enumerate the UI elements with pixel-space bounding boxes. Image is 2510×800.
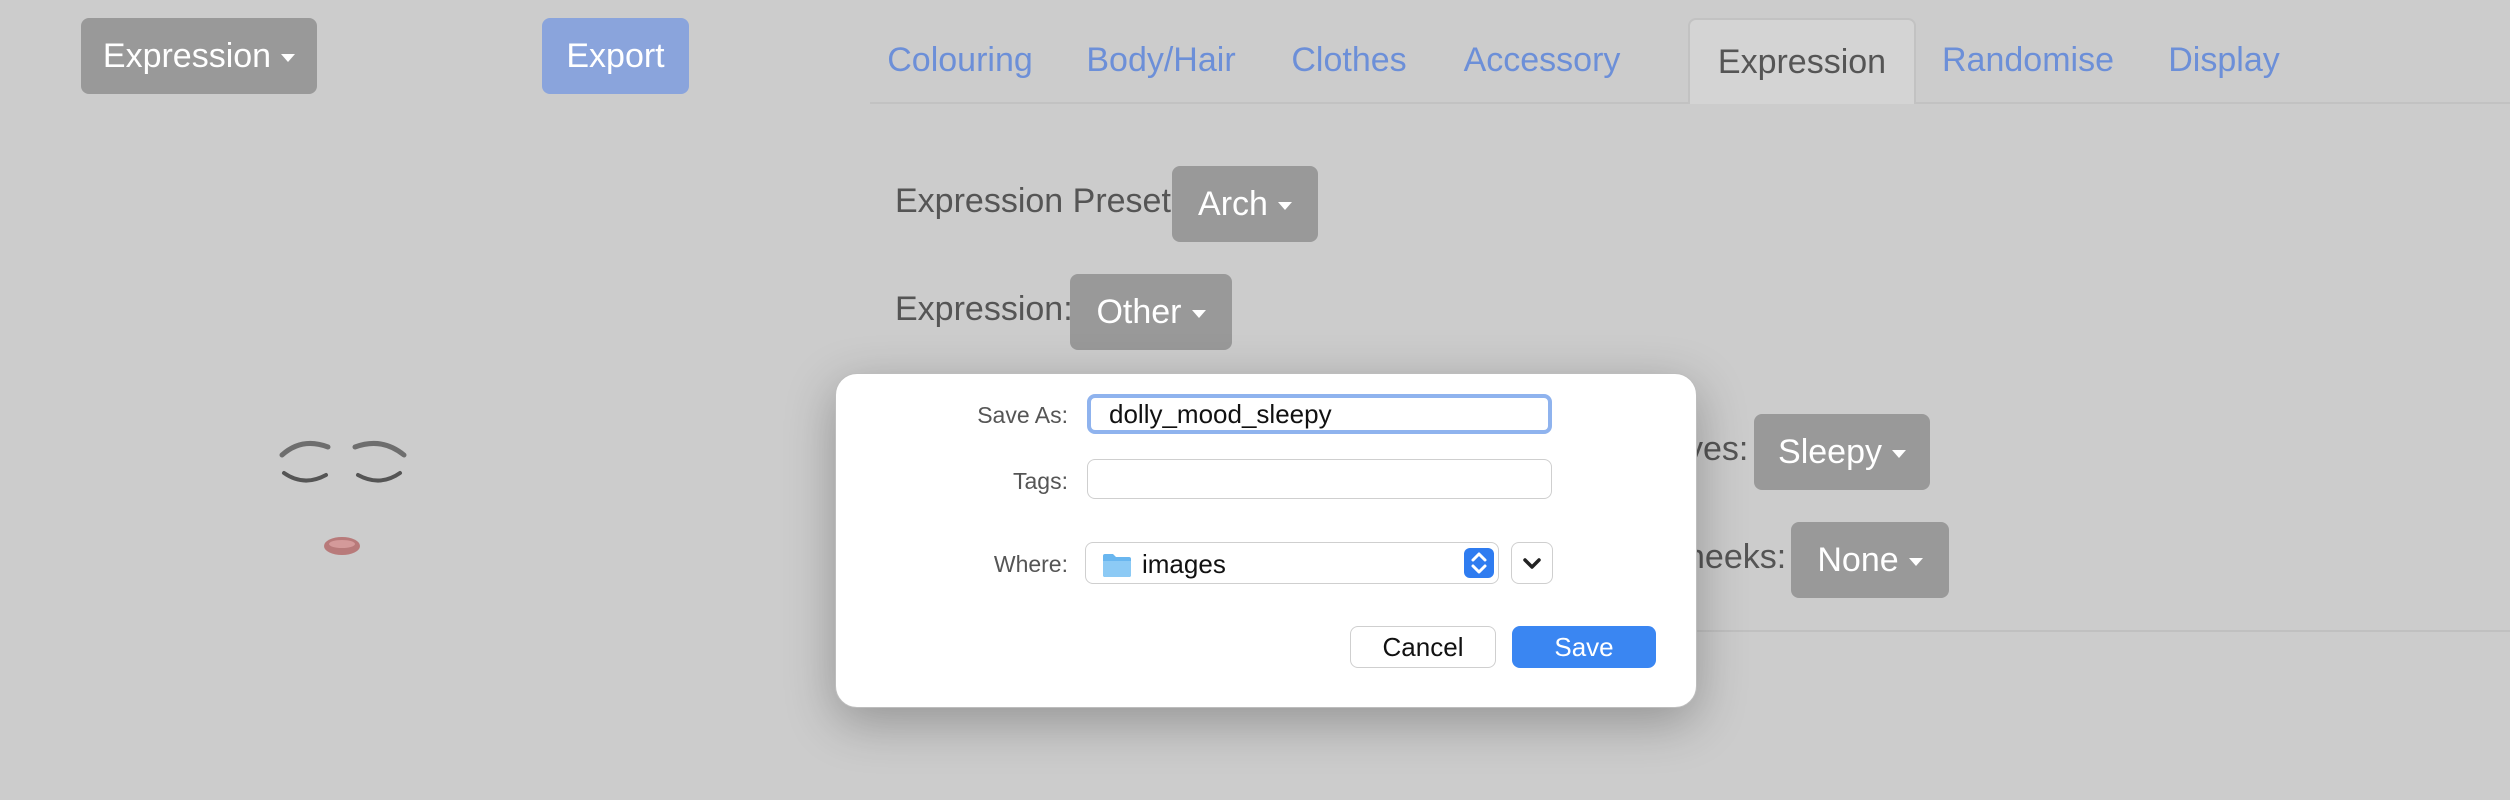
tab-clothes[interactable]: Clothes: [1282, 18, 1416, 102]
where-value: images: [1142, 549, 1226, 579]
tags-input[interactable]: [1087, 459, 1552, 499]
folder-icon: [1103, 554, 1131, 577]
tab-bar: Colouring Body/Hair Clothes Accessory Ex…: [870, 0, 2510, 104]
tab-display[interactable]: Display: [2166, 18, 2282, 102]
face-preview: [279, 440, 407, 555]
eyes-value: Sleepy: [1778, 433, 1882, 471]
save-button[interactable]: Save: [1512, 626, 1656, 668]
expression-label: Expression:: [895, 290, 1073, 328]
expression-preset-value: Arch: [1198, 185, 1268, 223]
section-divider: [1690, 630, 2510, 632]
cancel-button[interactable]: Cancel: [1350, 626, 1496, 668]
where-select[interactable]: images: [1085, 542, 1499, 584]
chevron-down-icon: [1523, 558, 1541, 569]
save-dialog: Save As: dolly_mood_sleepy Tags: Where: …: [835, 373, 1697, 708]
expression-dropdown[interactable]: Other: [1070, 274, 1232, 350]
where-label: Where:: [993, 551, 1068, 577]
tab-colouring[interactable]: Colouring: [882, 18, 1038, 102]
tags-label: Tags:: [1013, 468, 1068, 494]
tab-body-hair[interactable]: Body/Hair: [1084, 18, 1238, 102]
cheeks-dropdown[interactable]: None: [1791, 522, 1949, 598]
expression-dropdown-label: Expression: [102, 37, 272, 75]
expression-dropdown-button[interactable]: Expression: [81, 18, 317, 94]
expression-value: Other: [1096, 293, 1182, 331]
cheeks-label: heeks:: [1686, 538, 1787, 576]
save-as-input[interactable]: dolly_mood_sleepy: [1087, 394, 1552, 434]
export-button[interactable]: Export: [542, 18, 689, 94]
tab-randomise[interactable]: Randomise: [1942, 18, 2114, 102]
tab-accessory[interactable]: Accessory: [1462, 18, 1622, 102]
expression-preset-dropdown[interactable]: Arch: [1172, 166, 1318, 242]
expand-dialog-button[interactable]: [1511, 542, 1553, 584]
save-as-label: Save As:: [977, 402, 1068, 428]
tab-expression[interactable]: Expression: [1688, 18, 1916, 104]
cheeks-value: None: [1817, 541, 1899, 579]
expression-preset-label: Expression Preset:: [895, 182, 1181, 220]
up-down-stepper-icon[interactable]: [1464, 548, 1494, 578]
eyes-dropdown[interactable]: Sleepy: [1754, 414, 1930, 490]
